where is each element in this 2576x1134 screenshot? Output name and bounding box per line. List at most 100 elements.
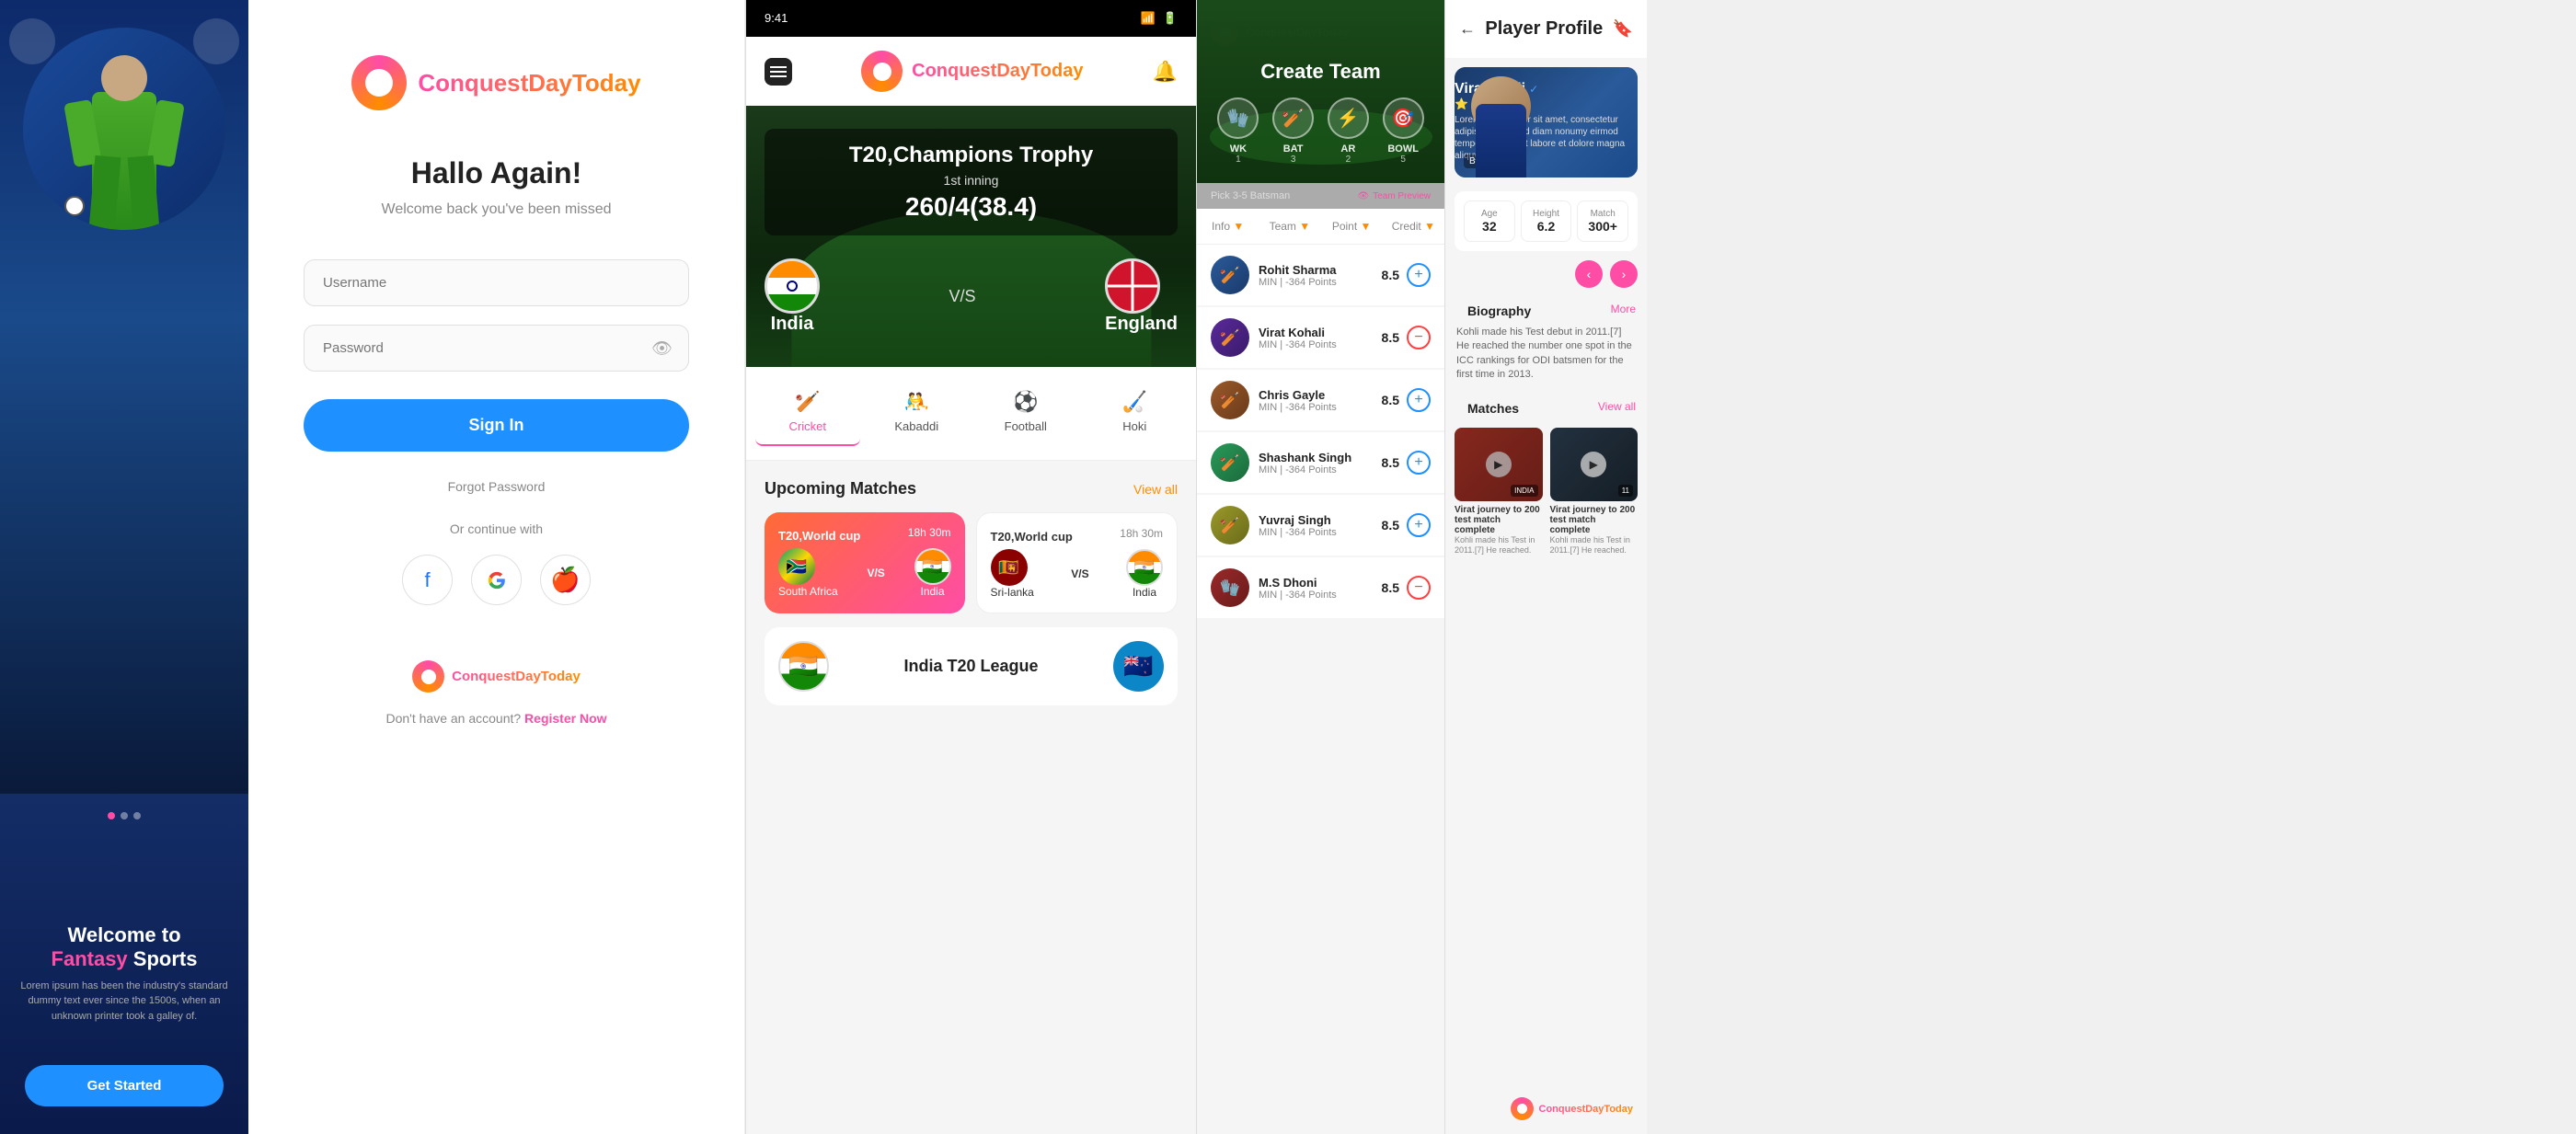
password-group: 👁 bbox=[304, 325, 689, 372]
next-arrow-btn[interactable]: › bbox=[1610, 260, 1638, 288]
player-card: Virat kohli ✓ ⭐ 5.0 forward Lorem ipsum … bbox=[1455, 67, 1638, 178]
signin-button[interactable]: Sign In bbox=[304, 399, 689, 452]
tab-info[interactable]: Info ▼ bbox=[1197, 209, 1259, 244]
team-preview-btn[interactable]: 👁 Team Preview bbox=[1357, 191, 1431, 201]
profile-footer: ConquestDayToday bbox=[1445, 1083, 1647, 1134]
bio-more-link[interactable]: More bbox=[1611, 303, 1636, 315]
tab-hoki[interactable]: 🏑 Hoki bbox=[1083, 381, 1188, 446]
bowl-label: BOWL bbox=[1383, 143, 1424, 155]
forgot-password-link[interactable]: Forgot Password bbox=[448, 479, 546, 494]
footer-logo-icon bbox=[1511, 1097, 1534, 1120]
or-continue-text: Or continue with bbox=[450, 521, 543, 536]
player-row: 🏏 Yuvraj Singh MIN | -364 Points 8.5 + bbox=[1197, 495, 1444, 556]
nav-arrows: ‹ › bbox=[1445, 256, 1647, 292]
rohit-score: 8.5 bbox=[1382, 268, 1399, 282]
virat-remove-btn[interactable]: − bbox=[1407, 326, 1431, 349]
get-started-button[interactable]: Get Started bbox=[25, 1065, 224, 1106]
match-card-srilanka[interactable]: T20,World cup 18h 30m 🇱🇰 Sri-lanka V/S 🇮… bbox=[976, 512, 1179, 613]
bio-title: Biography bbox=[1456, 296, 1542, 322]
srilanka-flag: 🇱🇰 bbox=[991, 549, 1028, 586]
upcoming-header: Upcoming Matches View all bbox=[765, 479, 1178, 498]
header-left bbox=[765, 58, 792, 86]
register-link[interactable]: Register Now bbox=[524, 711, 606, 726]
password-input[interactable] bbox=[304, 325, 689, 372]
ar-label: AR bbox=[1328, 143, 1369, 155]
screen-player-profile: ← Player Profile 🔖 Virat kohli ✓ ⭐ 5.0 f… bbox=[1444, 0, 1647, 1134]
tab-kabaddi[interactable]: 🤼 Kabaddi bbox=[865, 381, 970, 446]
menu-icon[interactable] bbox=[765, 58, 792, 86]
tab-point[interactable]: Point ▼ bbox=[1321, 209, 1383, 244]
stat-match: Match 300+ bbox=[1577, 200, 1628, 242]
username-input[interactable] bbox=[304, 259, 689, 306]
view-all-link[interactable]: View all bbox=[1133, 482, 1178, 497]
team2-name: England bbox=[1105, 314, 1178, 335]
tab-team[interactable]: Team ▼ bbox=[1259, 209, 1320, 244]
yuvraj-add-btn[interactable]: + bbox=[1407, 513, 1431, 537]
password-toggle-icon[interactable]: 👁 bbox=[651, 338, 673, 358]
dhoni-remove-btn[interactable]: − bbox=[1407, 576, 1431, 600]
rohit-add-btn[interactable]: + bbox=[1407, 263, 1431, 287]
match-title-2: Virat journey to 200 test match complete bbox=[1550, 505, 1639, 535]
inning-label: 1st inning bbox=[783, 173, 1159, 188]
bowl-icon: 🎯 bbox=[1383, 97, 1424, 139]
shashank-info: Shashank Singh MIN | -364 Points bbox=[1259, 451, 1382, 475]
vs-1: V/S bbox=[867, 567, 884, 579]
sports-tabs: 🏏 Cricket 🤼 Kabaddi ⚽ Football 🏑 Hoki bbox=[746, 367, 1196, 461]
logo-icon bbox=[351, 55, 407, 110]
prev-arrow-btn[interactable]: ‹ bbox=[1575, 260, 1603, 288]
player-row: 🏏 Shashank Singh MIN | -364 Points 8.5 + bbox=[1197, 432, 1444, 493]
football-icon: ⚽ bbox=[978, 390, 1074, 414]
team-arrow: ▼ bbox=[1299, 220, 1310, 233]
tab-credit[interactable]: Credit ▼ bbox=[1383, 209, 1444, 244]
status-bar: 9:41 📶 🔋 bbox=[746, 0, 1196, 37]
yuvraj-info: Yuvraj Singh MIN | -364 Points bbox=[1259, 513, 1382, 538]
small-logo: ConquestDayToday bbox=[412, 660, 581, 693]
footer-logo-text: ConquestDayToday bbox=[1539, 1104, 1633, 1115]
tab-cricket[interactable]: 🏏 Cricket bbox=[755, 381, 860, 446]
gayle-avatar: 🏏 bbox=[1211, 381, 1249, 419]
tournament-1: T20,World cup bbox=[778, 529, 860, 543]
cricket-label: Cricket bbox=[789, 419, 826, 433]
virat-stats: MIN | -364 Points bbox=[1259, 339, 1382, 350]
pos-wk: 🧤 WK 1 bbox=[1217, 97, 1259, 165]
gayle-stats: MIN | -364 Points bbox=[1259, 402, 1382, 413]
player-tabs: Info ▼ Team ▼ Point ▼ Credit ▼ bbox=[1197, 209, 1444, 245]
shashank-add-btn[interactable]: + bbox=[1407, 451, 1431, 475]
apple-login-button[interactable]: 🍎 bbox=[540, 555, 591, 605]
tab-football[interactable]: ⚽ Football bbox=[973, 381, 1078, 446]
league-card[interactable]: 🇮🇳 India T20 League 🇳🇿 bbox=[765, 627, 1178, 705]
league-india-flag: 🇮🇳 bbox=[778, 641, 829, 692]
gayle-add-btn[interactable]: + bbox=[1407, 388, 1431, 412]
back-button[interactable]: ← bbox=[1459, 19, 1476, 39]
team1-label-2: Sri-lanka bbox=[991, 586, 1034, 599]
screen-main: 9:41 📶 🔋 ConquestDayToday 🔔 T20, bbox=[745, 0, 1196, 1134]
welcome-text-area: Welcome to Fantasy Sports Lorem ipsum ha… bbox=[0, 905, 248, 1043]
username-group bbox=[304, 259, 689, 306]
positions-row: 🧤 WK 1 🏏 BAT 3 ⚡ AR 2 🎯 BOWL 5 bbox=[1211, 97, 1431, 165]
wk-icon: 🧤 bbox=[1217, 97, 1259, 139]
player-circle bbox=[23, 28, 225, 230]
league-name: India T20 League bbox=[829, 657, 1113, 676]
gayle-score: 8.5 bbox=[1382, 393, 1399, 407]
matches-view-all[interactable]: View all bbox=[1598, 400, 1636, 413]
header-logo: ConquestDayToday bbox=[861, 51, 1083, 92]
bell-icon[interactable]: 🔔 bbox=[1153, 60, 1178, 84]
google-login-button[interactable] bbox=[471, 555, 522, 605]
matches-title: Matches bbox=[1456, 394, 1530, 419]
match-thumb-2: ▶ 11 Virat journey to 200 test match com… bbox=[1550, 428, 1639, 556]
gayle-info: Chris Gayle MIN | -364 Points bbox=[1259, 388, 1382, 413]
stat-height: Height 6.2 bbox=[1521, 200, 1572, 242]
matches-section: Upcoming Matches View all T20,World cup … bbox=[746, 461, 1196, 1134]
nz-flag: 🇳🇿 bbox=[1113, 641, 1164, 692]
teams-1: 🇿🇦 South Africa V/S 🇮🇳 India bbox=[778, 548, 951, 598]
virat-info: Virat Kohali MIN | -364 Points bbox=[1259, 326, 1382, 350]
match-card-southafrica[interactable]: T20,World cup 18h 30m 🇿🇦 South Africa V/… bbox=[765, 512, 965, 613]
facebook-login-button[interactable]: f bbox=[402, 555, 453, 605]
tournament-2: T20,World cup bbox=[991, 530, 1073, 544]
shashank-avatar: 🏏 bbox=[1211, 443, 1249, 482]
teams-row: India V/S England bbox=[765, 249, 1178, 344]
bookmark-icon[interactable]: 🔖 bbox=[1613, 19, 1633, 39]
match-title: T20,Champions Trophy bbox=[783, 143, 1159, 168]
shashank-score: 8.5 bbox=[1382, 455, 1399, 470]
team1-name: India bbox=[765, 314, 820, 335]
